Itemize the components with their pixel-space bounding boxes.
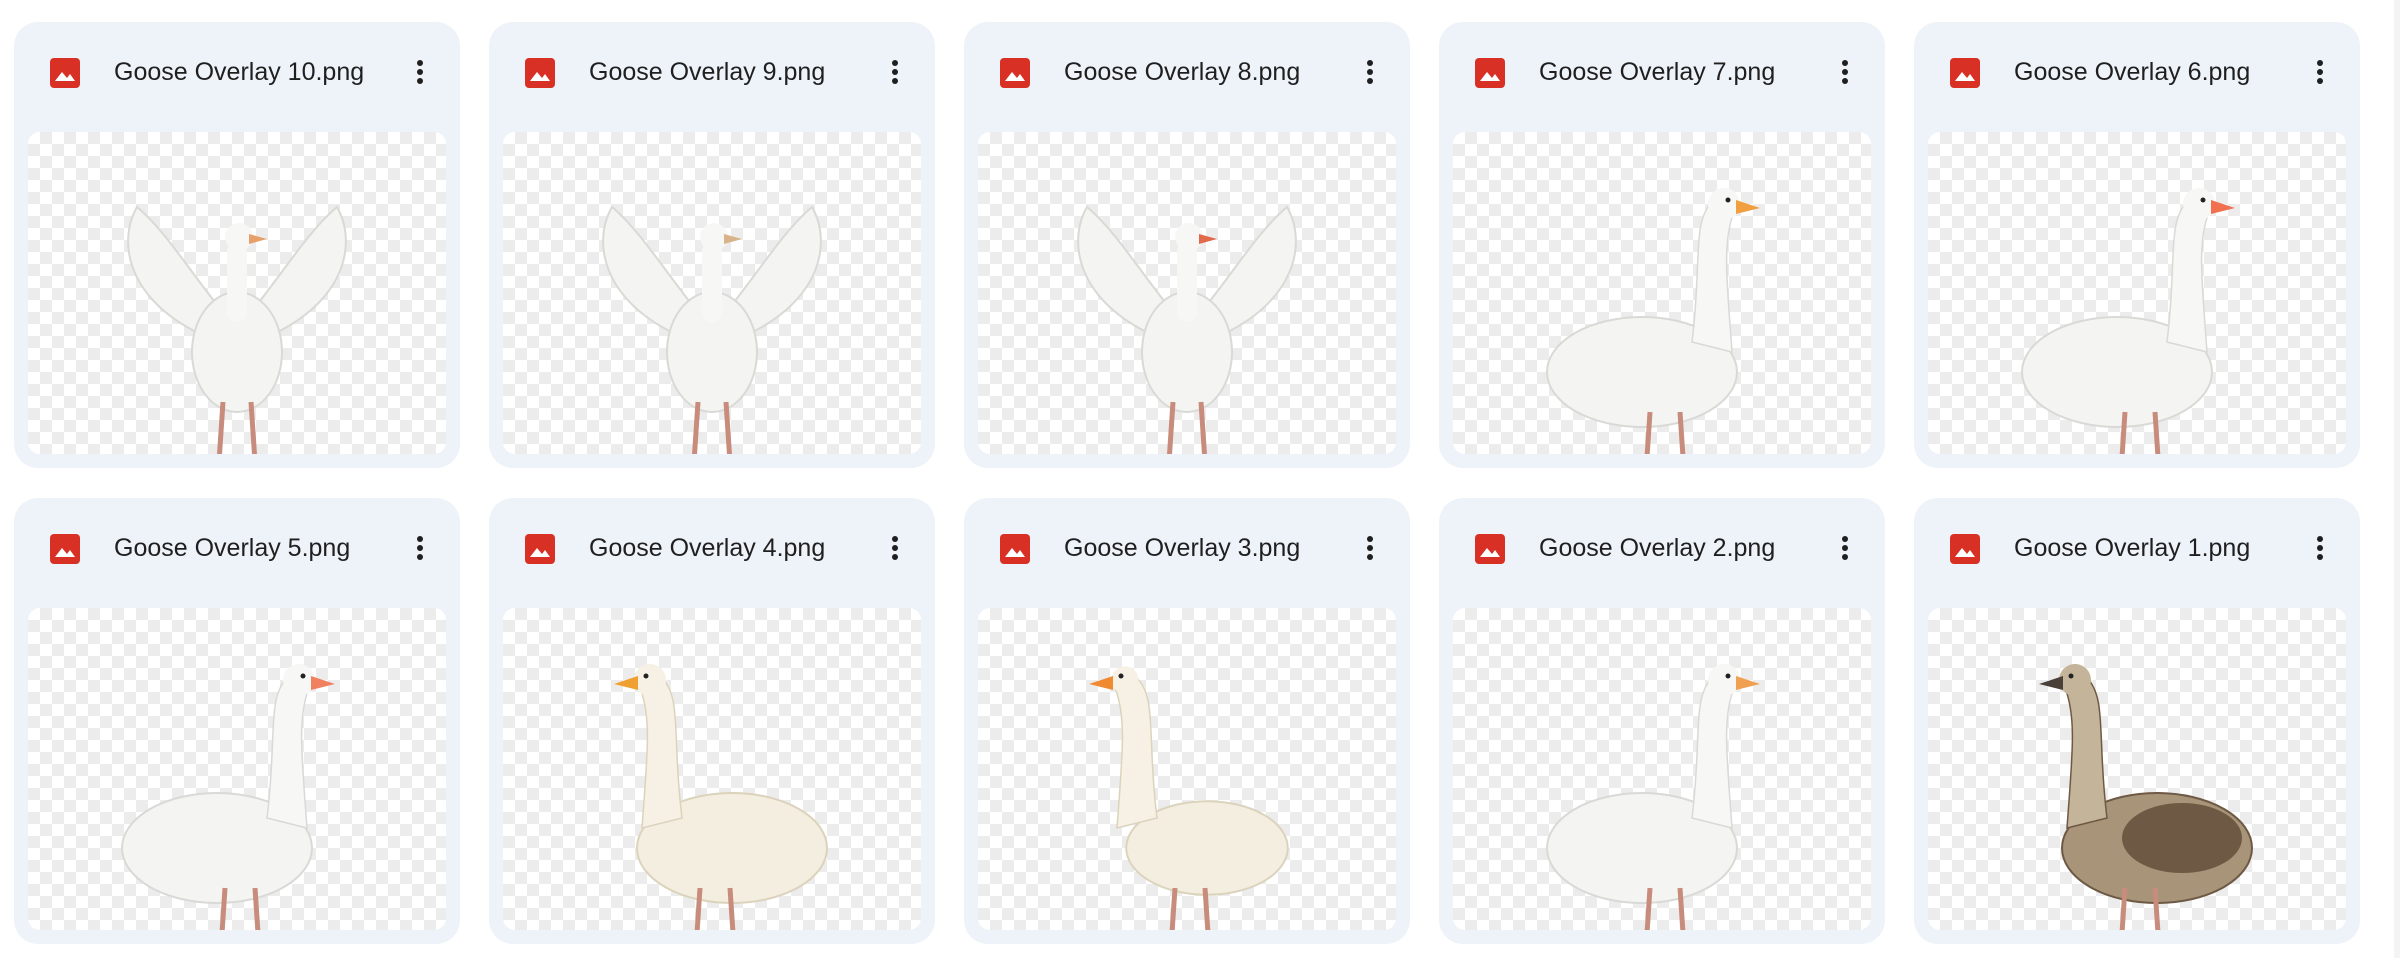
more-vert-icon[interactable] bbox=[873, 526, 917, 570]
file-name: Goose Overlay 1.png bbox=[2014, 534, 2251, 562]
more-vert-icon[interactable] bbox=[1823, 526, 1867, 570]
file-thumbnail[interactable] bbox=[1928, 608, 2346, 930]
goose-illustration bbox=[2021, 188, 2235, 454]
more-vert-icon[interactable] bbox=[1348, 50, 1392, 94]
file-card[interactable]: Goose Overlay 7.png bbox=[1439, 22, 1885, 468]
scrollbar-track[interactable] bbox=[2394, 0, 2400, 958]
goose-illustration bbox=[121, 664, 335, 930]
file-card-header[interactable]: Goose Overlay 1.png bbox=[1914, 498, 2360, 598]
file-card-header[interactable]: Goose Overlay 6.png bbox=[1914, 22, 2360, 122]
file-card[interactable]: Goose Overlay 4.png bbox=[489, 498, 935, 944]
image-icon bbox=[525, 534, 555, 564]
goose-illustration bbox=[1089, 666, 1289, 930]
file-name: Goose Overlay 4.png bbox=[589, 534, 826, 562]
more-vert-icon[interactable] bbox=[398, 526, 442, 570]
file-thumbnail[interactable] bbox=[28, 132, 446, 454]
file-card-header[interactable]: Goose Overlay 8.png bbox=[964, 22, 1410, 122]
file-thumbnail[interactable] bbox=[978, 608, 1396, 930]
image-icon bbox=[50, 58, 80, 88]
file-name: Goose Overlay 10.png bbox=[114, 58, 365, 86]
image-icon bbox=[1950, 58, 1980, 88]
more-vert-icon[interactable] bbox=[873, 50, 917, 94]
file-card[interactable]: Goose Overlay 8.png bbox=[964, 22, 1410, 468]
file-name: Goose Overlay 6.png bbox=[2014, 58, 2251, 86]
file-thumbnail[interactable] bbox=[503, 608, 921, 930]
file-card-header[interactable]: Goose Overlay 3.png bbox=[964, 498, 1410, 598]
file-name: Goose Overlay 9.png bbox=[589, 58, 826, 86]
more-vert-icon[interactable] bbox=[2298, 526, 2342, 570]
file-card-header[interactable]: Goose Overlay 4.png bbox=[489, 498, 935, 598]
file-card[interactable]: Goose Overlay 3.png bbox=[964, 498, 1410, 944]
goose-illustration bbox=[1546, 664, 1760, 930]
image-icon bbox=[1000, 58, 1030, 88]
goose-illustration bbox=[614, 664, 828, 930]
image-icon bbox=[1950, 534, 1980, 564]
file-grid: Goose Overlay 10.png Goose Overlay 9.png G… bbox=[0, 0, 2400, 958]
goose-illustration bbox=[1077, 205, 1297, 454]
goose-illustration bbox=[602, 205, 822, 454]
file-card[interactable]: Goose Overlay 10.png bbox=[14, 22, 460, 468]
file-thumbnail[interactable] bbox=[28, 608, 446, 930]
file-thumbnail[interactable] bbox=[978, 132, 1396, 454]
file-card[interactable]: Goose Overlay 9.png bbox=[489, 22, 935, 468]
file-name: Goose Overlay 8.png bbox=[1064, 58, 1301, 86]
file-thumbnail[interactable] bbox=[503, 132, 921, 454]
more-vert-icon[interactable] bbox=[1823, 50, 1867, 94]
file-card[interactable]: Goose Overlay 5.png bbox=[14, 498, 460, 944]
image-icon bbox=[50, 534, 80, 564]
file-name: Goose Overlay 7.png bbox=[1539, 58, 1776, 86]
image-icon bbox=[1475, 58, 1505, 88]
file-thumbnail[interactable] bbox=[1453, 608, 1871, 930]
file-card-header[interactable]: Goose Overlay 5.png bbox=[14, 498, 460, 598]
file-name: Goose Overlay 3.png bbox=[1064, 534, 1301, 562]
image-icon bbox=[525, 58, 555, 88]
image-icon bbox=[1475, 534, 1505, 564]
file-thumbnail[interactable] bbox=[1928, 132, 2346, 454]
file-card[interactable]: Goose Overlay 6.png bbox=[1914, 22, 2360, 468]
goose-illustration bbox=[2039, 664, 2253, 930]
file-card[interactable]: Goose Overlay 2.png bbox=[1439, 498, 1885, 944]
file-card-header[interactable]: Goose Overlay 10.png bbox=[14, 22, 460, 122]
file-thumbnail[interactable] bbox=[1453, 132, 1871, 454]
more-vert-icon[interactable] bbox=[2298, 50, 2342, 94]
file-card-header[interactable]: Goose Overlay 9.png bbox=[489, 22, 935, 122]
file-card-header[interactable]: Goose Overlay 2.png bbox=[1439, 498, 1885, 598]
goose-illustration bbox=[127, 205, 347, 454]
more-vert-icon[interactable] bbox=[1348, 526, 1392, 570]
file-name: Goose Overlay 2.png bbox=[1539, 534, 1776, 562]
image-icon bbox=[1000, 534, 1030, 564]
goose-illustration bbox=[1546, 188, 1760, 454]
file-card[interactable]: Goose Overlay 1.png bbox=[1914, 498, 2360, 944]
file-name: Goose Overlay 5.png bbox=[114, 534, 351, 562]
more-vert-icon[interactable] bbox=[398, 50, 442, 94]
file-card-header[interactable]: Goose Overlay 7.png bbox=[1439, 22, 1885, 122]
